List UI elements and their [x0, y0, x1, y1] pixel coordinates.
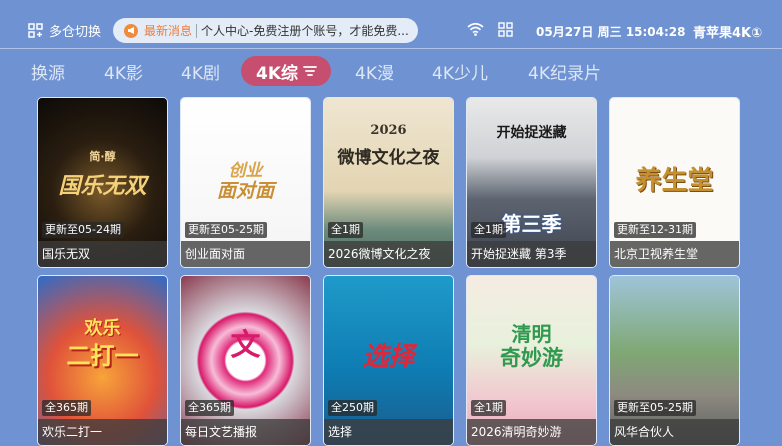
megaphone-icon: [124, 23, 138, 38]
card-title: 2026清明奇妙游: [467, 419, 596, 445]
episode-badge: 更新至12-31期: [614, 222, 696, 238]
episode-badge: 全365期: [42, 400, 91, 416]
poster-subtitle: 2026: [370, 123, 407, 138]
news-message: 个人中心-免费注册个账号，才能免费...: [201, 24, 409, 38]
tab-4k-movie[interactable]: 4K影: [104, 59, 143, 84]
poster-title: 选择: [362, 342, 415, 372]
card-title: 欢乐二打一: [38, 419, 167, 445]
apps-grid-icon[interactable]: [498, 22, 513, 37]
card-title: 北京卫视养生堂: [610, 241, 739, 267]
tab-4k-drama[interactable]: 4K剧: [181, 59, 220, 84]
video-card[interactable]: 2026 微博文化之夜 全1期 2026微博文化之夜: [323, 97, 454, 268]
episode-badge: 全250期: [328, 400, 377, 416]
wifi-icon: [467, 22, 484, 36]
video-card[interactable]: 文 全365期 每日文艺播报: [180, 275, 311, 446]
episode-badge: 全365期: [185, 400, 234, 416]
video-card[interactable]: 创业 面对面 更新至05-25期 创业面对面: [180, 97, 311, 268]
news-divider: [196, 23, 198, 38]
category-tabs: 换源 4K影 4K剧 4K综 4K漫 4K少儿 4K纪录片: [0, 56, 782, 86]
news-tag: 最新消息: [144, 24, 193, 38]
episode-badge: 全1期: [328, 222, 363, 238]
card-title: 选择: [324, 419, 453, 445]
tab-4k-variety[interactable]: 4K综: [241, 56, 332, 86]
switch-label: 多仓切换: [49, 24, 102, 40]
episode-badge: 更新至05-24期: [42, 222, 124, 238]
tab-4k-kids[interactable]: 4K少儿: [432, 59, 488, 84]
top-bar: 多仓切换 最新消息 个人中心-免费注册个账号，才能免费... 05月27日 周三…: [0, 0, 782, 48]
filter-icon: [303, 66, 317, 76]
video-card[interactable]: 开始捉迷藏 第三季 全1期 开始捉迷藏 第3季: [466, 97, 597, 268]
video-card[interactable]: 简·醇 国乐无双 更新至05-24期 国乐无双: [37, 97, 168, 268]
poster-title: 微博文化之夜: [337, 148, 440, 168]
video-card[interactable]: 清明 奇妙游 全1期 2026清明奇妙游: [466, 275, 597, 446]
news-ticker[interactable]: 最新消息 个人中心-免费注册个账号，才能免费...: [113, 18, 418, 43]
datetime: 05月27日 周三 15:04:28: [536, 25, 686, 39]
card-title: 国乐无双: [38, 241, 167, 267]
poster-title: 面对面: [216, 180, 274, 202]
card-title: 2026微博文化之夜: [324, 241, 453, 267]
brand-name: 青苹果4K①: [693, 26, 763, 41]
tab-source[interactable]: 换源: [31, 59, 65, 84]
card-title: 创业面对面: [181, 241, 310, 267]
episode-badge: 更新至05-25期: [614, 400, 696, 416]
tab-4k-variety-label: 4K综: [256, 63, 299, 84]
poster-title: 奇妙游: [500, 346, 563, 370]
switch-icon: [28, 22, 43, 38]
episode-badge: 全1期: [471, 222, 506, 238]
poster-title: 养生堂: [635, 166, 714, 196]
video-card[interactable]: 养生堂 更新至12-31期 北京卫视养生堂: [609, 97, 740, 268]
card-title: 开始捉迷藏 第3季: [467, 241, 596, 267]
video-card[interactable]: 欢乐 二打一 全365期 欢乐二打一: [37, 275, 168, 446]
video-card[interactable]: 更新至05-25期 风华合伙人: [609, 275, 740, 446]
poster-title: 文: [230, 328, 261, 363]
warehouse-switch-button[interactable]: 多仓切换: [28, 20, 101, 40]
card-title: 每日文艺播报: [181, 419, 310, 445]
episode-badge: 更新至05-25期: [185, 222, 267, 238]
episode-badge: 全1期: [471, 400, 506, 416]
tab-4k-documentary[interactable]: 4K纪录片: [528, 59, 601, 84]
poster-subtitle: 开始捉迷藏: [496, 125, 567, 141]
tab-4k-anime[interactable]: 4K漫: [355, 59, 394, 84]
poster-title: 二打一: [66, 342, 139, 370]
poster-subtitle: 简·醇: [89, 150, 116, 163]
header-divider: [0, 48, 782, 49]
card-title: 风华合伙人: [610, 419, 739, 445]
video-card[interactable]: 选择 全250期 选择: [323, 275, 454, 446]
poster-title: 国乐无双: [58, 174, 147, 199]
